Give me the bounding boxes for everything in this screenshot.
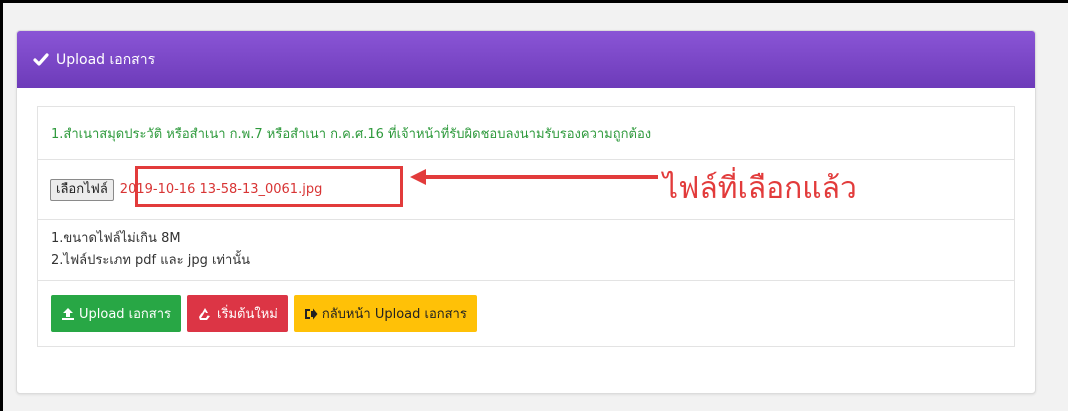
panel-body: 1.สำเนาสมุดประวัติ หรือสำเนา ก.พ.7 หรือส… xyxy=(16,30,1034,392)
recycle-icon xyxy=(197,307,213,321)
actions-row: Upload เอกสาร เริ่มต้นใหม่ กลับหน้า Uplo… xyxy=(38,281,1014,346)
screenshot-frame-left xyxy=(0,0,3,411)
annotation-label: ไฟล์ที่เลือกแล้ว xyxy=(663,171,857,206)
rules-row: 1.ขนาดไฟล์ไม่เกิน 8M 2.ไฟล์ประเภท pdf แล… xyxy=(38,220,1014,281)
upload-icon xyxy=(61,307,75,321)
sign-out-icon xyxy=(304,308,318,320)
choose-file-button[interactable]: เลือกไฟล์ xyxy=(50,178,114,201)
requirement-row: 1.สำเนาสมุดประวัติ หรือสำเนา ก.พ.7 หรือส… xyxy=(38,107,1014,160)
rule-item: 2.ไฟล์ประเภท pdf และ jpg เท่านั้น xyxy=(51,253,251,268)
requirement-text: 1.สำเนาสมุดประวัติ หรือสำเนา ก.พ.7 หรือส… xyxy=(51,126,652,142)
upload-button[interactable]: Upload เอกสาร xyxy=(51,295,182,332)
reset-button-label: เริ่มต้นใหม่ xyxy=(217,307,278,322)
rule-item: 1.ขนาดไฟล์ไม่เกิน 8M xyxy=(51,231,181,246)
upload-form: 1.สำเนาสมุดประวัติ หรือสำเนา ก.พ.7 หรือส… xyxy=(37,106,1015,347)
file-row: เลือกไฟล์ 2019-10-16 13-58-13_0061.jpg ไ… xyxy=(38,160,1014,220)
highlight-box xyxy=(135,166,403,207)
back-button-label: กลับหน้า Upload เอกสาร xyxy=(321,307,467,322)
upload-button-label: Upload เอกสาร xyxy=(79,307,172,322)
arrow-icon xyxy=(410,169,658,185)
screenshot-frame-top xyxy=(0,0,1068,3)
reset-button[interactable]: เริ่มต้นใหม่ xyxy=(187,295,288,332)
back-to-upload-button[interactable]: กลับหน้า Upload เอกสาร xyxy=(293,295,477,332)
